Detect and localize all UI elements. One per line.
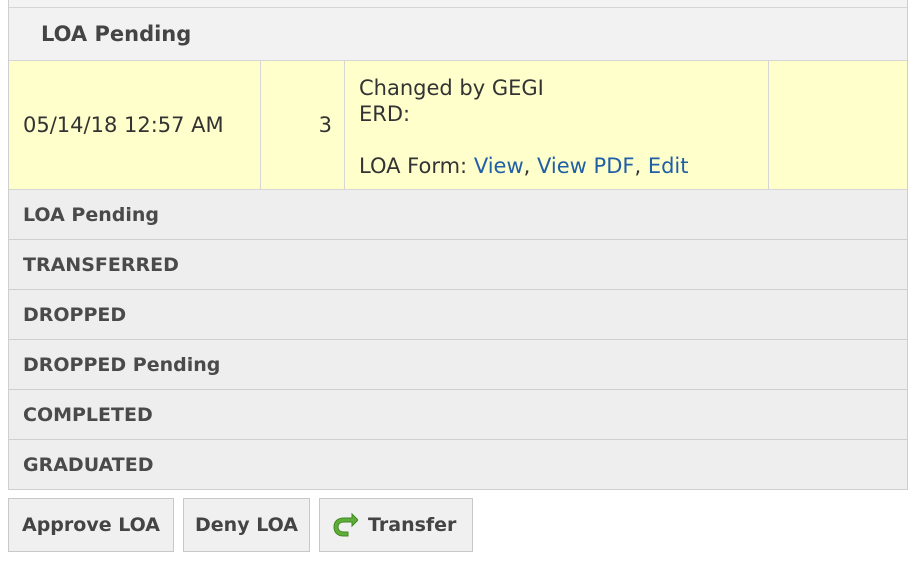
status-row-transferred[interactable]: TRANSFERRED [9, 240, 907, 290]
status-label: DROPPED [23, 303, 127, 326]
status-label: COMPLETED [23, 403, 153, 426]
status-row-dropped-pending[interactable]: DROPPED Pending [9, 340, 907, 390]
entry-count-cell: 3 [261, 61, 345, 189]
transfer-arrow-icon [332, 512, 359, 538]
status-row-dropped[interactable]: DROPPED [9, 290, 907, 340]
details-spacer [359, 127, 768, 153]
view-pdf-link[interactable]: View PDF [537, 154, 634, 178]
action-buttons: Approve LOA Deny LOA Transfer [8, 498, 473, 552]
section-title: LOA Pending [41, 22, 192, 46]
loa-status-panel: LOA Pending 05/14/18 12:57 AM 3 Changed … [8, 0, 908, 490]
entry-datetime: 05/14/18 12:57 AM [23, 113, 224, 137]
panel-top-strip [9, 0, 907, 8]
status-label: TRANSFERRED [23, 253, 179, 276]
view-link[interactable]: View [474, 154, 524, 178]
status-row-loa-pending[interactable]: LOA Pending [9, 190, 907, 240]
entry-datetime-cell: 05/14/18 12:57 AM [9, 61, 261, 189]
link-separator: , [634, 154, 648, 178]
entry-empty-cell [769, 61, 907, 189]
section-header-loa-pending: LOA Pending [9, 8, 907, 61]
status-label: DROPPED Pending [23, 353, 221, 376]
entry-details-cell: Changed by GEGI ERD: LOA Form: View, Vie… [345, 61, 769, 189]
status-row-graduated[interactable]: GRADUATED [9, 440, 907, 489]
history-entry-row: 05/14/18 12:57 AM 3 Changed by GEGI ERD:… [9, 61, 907, 190]
entry-count: 3 [318, 113, 332, 137]
transfer-button[interactable]: Transfer [319, 498, 473, 552]
loa-form-line: LOA Form: View, View PDF, Edit [359, 153, 768, 179]
erd-label: ERD: [359, 102, 411, 126]
transfer-label: Transfer [368, 514, 457, 536]
approve-loa-label: Approve LOA [22, 514, 160, 536]
status-label: GRADUATED [23, 453, 154, 476]
approve-loa-button[interactable]: Approve LOA [8, 498, 174, 552]
deny-loa-button[interactable]: Deny LOA [183, 498, 310, 552]
status-row-completed[interactable]: COMPLETED [9, 390, 907, 440]
deny-loa-label: Deny LOA [195, 514, 298, 536]
edit-link[interactable]: Edit [648, 154, 689, 178]
loa-form-label: LOA Form: [359, 154, 474, 178]
changed-by-text: Changed by GEGI [359, 76, 544, 100]
status-label: LOA Pending [23, 203, 159, 226]
link-separator: , [523, 154, 538, 178]
